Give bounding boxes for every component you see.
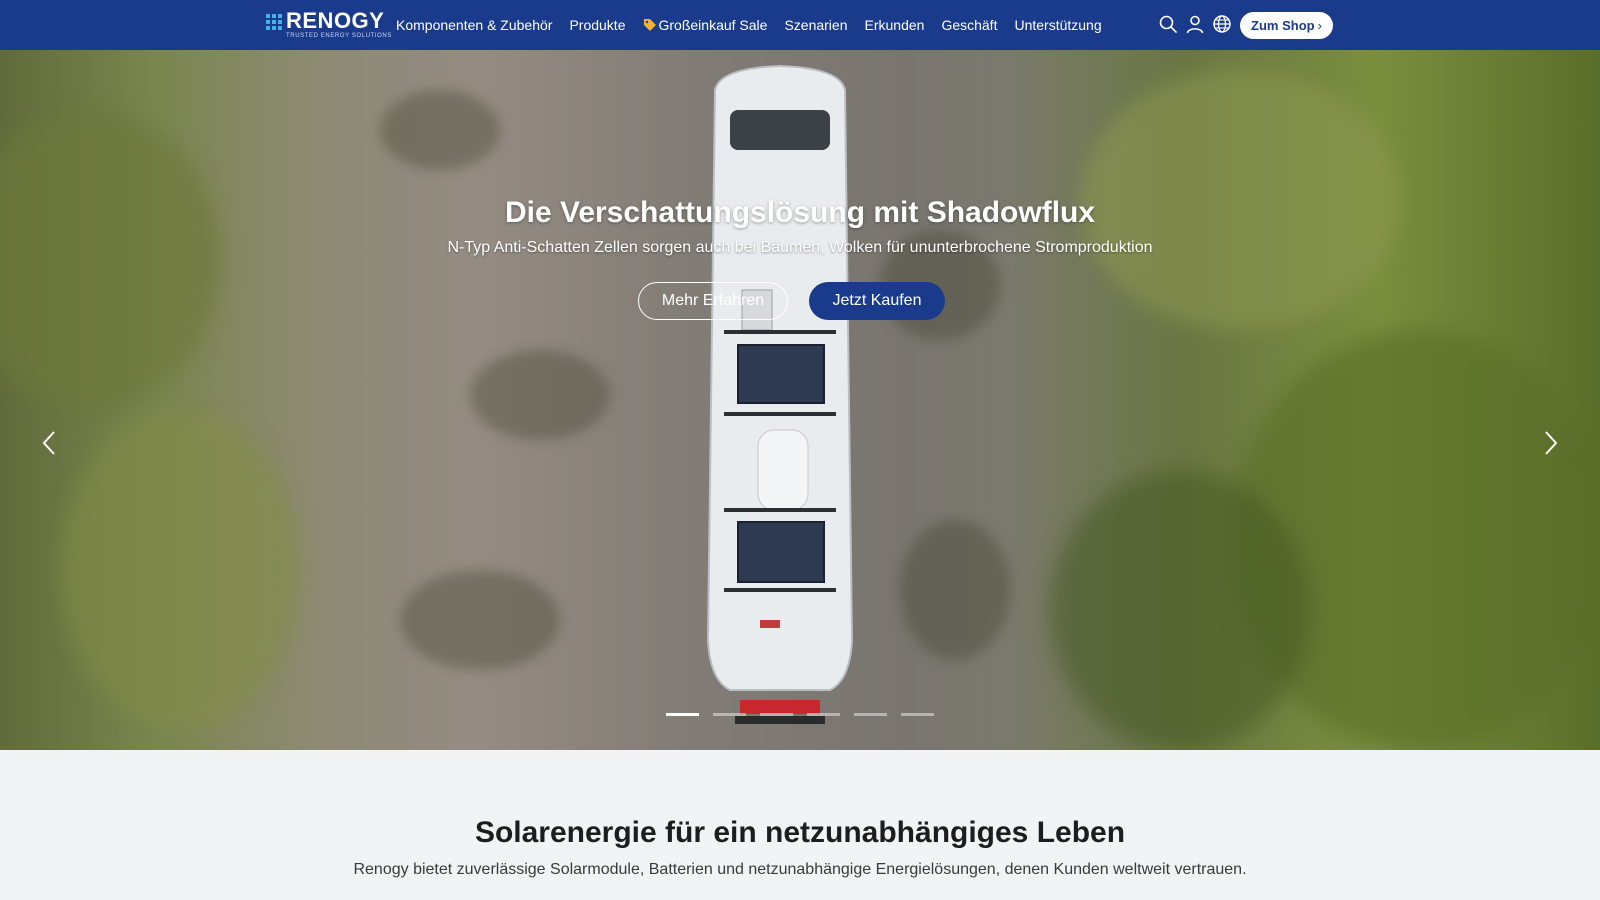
jetzt-kaufen-button[interactable]: Jetzt Kaufen — [809, 282, 945, 320]
nav-label: Großeinkauf Sale — [658, 17, 768, 33]
globe-icon[interactable] — [1212, 14, 1232, 34]
zum-shop-button[interactable]: Zum Shop › — [1240, 12, 1333, 39]
carousel-dot[interactable] — [760, 713, 793, 716]
chevron-right-icon: › — [1317, 18, 1322, 33]
price-tag-icon — [643, 19, 656, 31]
section-title: Solarenergie für ein netzunabhängiges Le… — [474, 816, 1126, 849]
hero-shade — [470, 350, 610, 440]
nav-item-produkte[interactable]: Produkte — [569, 17, 625, 33]
mehr-erfahren-button[interactable]: Mehr Erfahren — [638, 282, 788, 320]
carousel-dot[interactable] — [901, 713, 934, 716]
hero-shade — [900, 520, 1010, 660]
header-icon-group — [1158, 14, 1239, 34]
hero-subtitle: N-Typ Anti-Schatten Zellen sorgen auch b… — [447, 239, 1153, 256]
carousel-prev-arrow-icon[interactable] — [38, 428, 60, 458]
section-subtitle: Renogy bietet zuverlässige Solarmodule, … — [353, 861, 1247, 878]
carousel-dot[interactable] — [666, 713, 699, 716]
nav-item-unterstuetzung[interactable]: Unterstützung — [1014, 17, 1101, 33]
top-navigation-bar: RENOGY TRUSTED ENERGY SOLUTIONS Komponen… — [0, 0, 1600, 50]
nav-label: Szenarien — [784, 17, 848, 33]
hero-banner-carousel: Die Verschattungslösung mit Shadowflux N… — [0, 50, 1600, 750]
hero-shade — [380, 90, 500, 170]
nav-label: Produkte — [569, 17, 626, 33]
nav-label: Geschäft — [941, 17, 998, 33]
hero-foliage — [1050, 470, 1310, 750]
hero-title: Die Verschattungslösung mit Shadowflux — [504, 196, 1096, 229]
carousel-next-arrow-icon[interactable] — [1540, 428, 1562, 458]
shop-button-label: Zum Shop — [1251, 18, 1315, 33]
hero-foliage — [60, 410, 300, 730]
hero-foliage — [0, 110, 220, 410]
logo-tagline: TRUSTED ENERGY SOLUTIONS — [286, 33, 392, 39]
nav-item-szenarien[interactable]: Szenarien — [784, 17, 847, 33]
nav-item-grosseinkauf-sale[interactable]: Großeinkauf Sale — [643, 17, 768, 33]
logo-wordmark: RENOGY — [286, 8, 385, 33]
renogy-logo[interactable]: RENOGY TRUSTED ENERGY SOLUTIONS — [266, 10, 392, 40]
logo-grid-icon — [266, 14, 282, 30]
nav-item-geschaeft[interactable]: Geschäft — [941, 17, 997, 33]
nav-item-erkunden[interactable]: Erkunden — [865, 17, 925, 33]
nav-label: Komponenten & Zubehör — [396, 17, 553, 33]
carousel-dot[interactable] — [854, 713, 887, 716]
carousel-dot[interactable] — [713, 713, 746, 716]
nav-label: Erkunden — [864, 17, 925, 33]
nav-label: Unterstützung — [1014, 17, 1102, 33]
main-nav: Komponenten & Zubehör Produkte Großeinka… — [396, 0, 1119, 50]
camper-van-image — [706, 64, 854, 724]
hero-shade — [400, 570, 560, 670]
carousel-pagination — [666, 713, 948, 716]
search-icon[interactable] — [1158, 14, 1178, 34]
user-icon[interactable] — [1185, 14, 1205, 34]
nav-item-komponenten[interactable]: Komponenten & Zubehör — [396, 17, 552, 33]
carousel-dot[interactable] — [807, 713, 840, 716]
